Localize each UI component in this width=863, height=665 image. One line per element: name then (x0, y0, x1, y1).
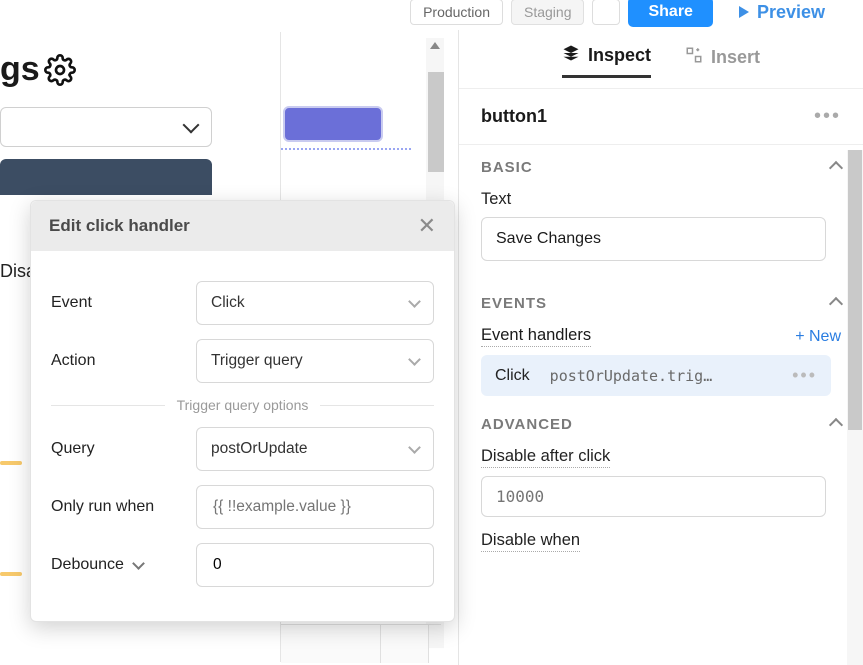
event-label: Event (51, 294, 196, 312)
modal-title: Edit click handler (49, 216, 190, 236)
canvas-selection-guide (281, 148, 411, 150)
disable-after-input[interactable] (481, 476, 826, 517)
modal-close-icon[interactable]: ✕ (418, 215, 436, 237)
text-prop-label: Text (481, 190, 841, 209)
panel-scrollbar-thumb[interactable] (848, 150, 862, 430)
divider (320, 405, 434, 406)
action-label: Action (51, 352, 196, 370)
query-label: Query (51, 440, 196, 458)
scroll-up-icon[interactable] (430, 42, 440, 49)
event-select[interactable]: Click (196, 281, 434, 325)
inspector-panel: Inspect Insert button1 ••• BASIC Text Sa… (458, 30, 863, 665)
only-run-input[interactable] (196, 485, 434, 529)
text-prop-value: Save Changes (496, 230, 601, 247)
chevron-down-icon (183, 117, 200, 134)
env-tab-production[interactable]: Production (410, 0, 503, 25)
handler-row[interactable]: Click postOrUpdate.trig… ••• (481, 355, 831, 396)
query-select[interactable]: postOrUpdate (196, 427, 434, 471)
debounce-input[interactable] (196, 543, 434, 587)
preview-button[interactable]: Preview (721, 0, 843, 27)
debounce-label: Debounce (51, 556, 124, 574)
heading-fragment: gs (0, 50, 40, 89)
highlight-bar-1 (0, 461, 22, 465)
divider (51, 405, 165, 406)
topbar-square-button[interactable] (592, 0, 620, 25)
bottom-panel (281, 624, 441, 662)
action-value: Trigger query (211, 352, 303, 370)
dropdown-empty[interactable] (0, 107, 212, 147)
dark-bar (0, 159, 212, 195)
handler-event: Click (495, 367, 530, 385)
component-name[interactable]: button1 (481, 106, 547, 127)
chevron-down-icon (408, 441, 421, 454)
only-run-label: Only run when (51, 498, 196, 516)
preview-label: Preview (757, 2, 825, 23)
tab-insert-label: Insert (711, 47, 760, 68)
tab-insert[interactable]: Insert (685, 46, 760, 77)
chevron-up-icon[interactable] (829, 160, 843, 174)
event-value: Click (211, 294, 245, 312)
debounce-field[interactable] (211, 555, 419, 575)
tab-inspect-label: Inspect (588, 45, 651, 66)
play-icon (739, 6, 749, 18)
chevron-up-icon[interactable] (829, 417, 843, 431)
query-value: postOrUpdate (211, 440, 308, 458)
canvas-scrollbar-thumb[interactable] (428, 72, 444, 172)
action-select[interactable]: Trigger query (196, 339, 434, 383)
layers-icon (562, 44, 580, 67)
chevron-down-icon[interactable] (132, 557, 145, 570)
share-button[interactable]: Share (628, 0, 712, 27)
gear-icon (44, 54, 76, 86)
divider-text: Trigger query options (177, 397, 309, 413)
component-menu-icon[interactable]: ••• (814, 105, 841, 128)
basic-heading: BASIC (481, 159, 533, 176)
highlight-bar-2 (0, 572, 22, 576)
events-heading: EVENTS (481, 295, 547, 312)
canvas-button-component[interactable] (283, 106, 383, 142)
text-prop-input[interactable]: Save Changes (481, 217, 826, 261)
env-tab-staging[interactable]: Staging (511, 0, 584, 25)
chevron-up-icon[interactable] (829, 296, 843, 310)
new-handler-button[interactable]: + New (795, 328, 841, 346)
edit-handler-modal: Edit click handler ✕ Event Click Action … (30, 200, 455, 622)
chevron-down-icon (408, 353, 421, 366)
chevron-down-icon (408, 295, 421, 308)
event-handlers-label: Event handlers (481, 326, 591, 347)
disable-after-label: Disable after click (481, 447, 610, 468)
handler-code: postOrUpdate.trig… (550, 367, 772, 385)
disable-when-label: Disable when (481, 531, 580, 552)
insert-icon (685, 46, 703, 69)
only-run-field[interactable] (211, 497, 419, 517)
handler-menu-icon[interactable]: ••• (792, 365, 817, 386)
advanced-heading: ADVANCED (481, 416, 573, 433)
tab-inspect[interactable]: Inspect (562, 44, 651, 78)
